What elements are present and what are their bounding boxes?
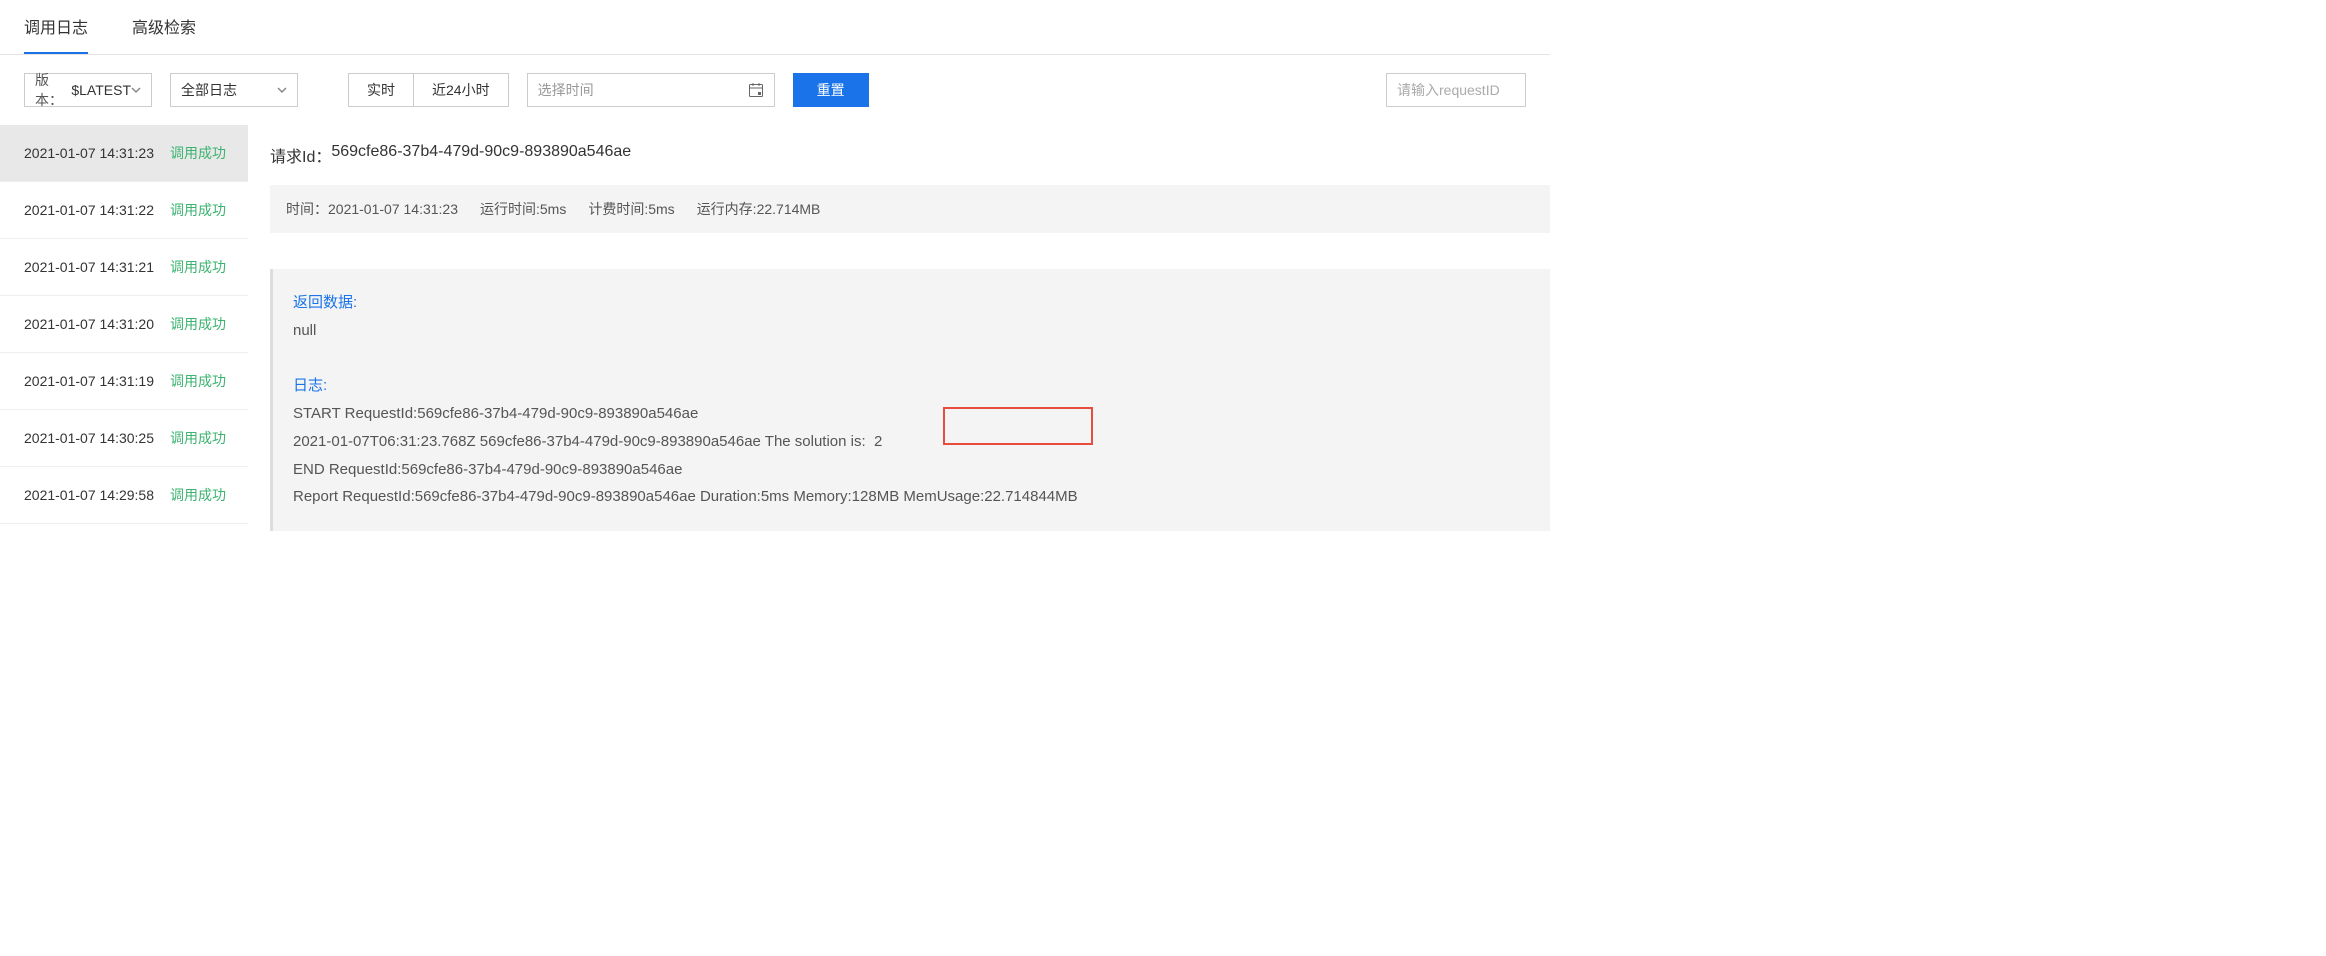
log-detail: 请求Id： 569cfe86-37b4-479d-90c9-893890a546… [248,125,1550,531]
tab-0[interactable]: 调用日志 [24,0,88,54]
version-label: 版本： [35,70,67,110]
request-id-label: 请求Id： [270,143,331,167]
log-item-status: 调用成功 [170,143,226,163]
highlight-annotation [943,407,1093,445]
date-range-input[interactable]: 选择时间 [527,73,775,107]
log-item-time: 2021-01-07 14:31:21 [24,259,154,275]
return-data-value: null [293,317,1530,345]
log-list: 2021-01-07 14:31:23调用成功2021-01-07 14:31:… [0,125,248,531]
log-item-status: 调用成功 [170,257,226,277]
log-section-label: 日志: [293,372,1530,400]
log-item-time: 2021-01-07 14:31:20 [24,316,154,332]
date-placeholder: 选择时间 [538,80,594,100]
log-line: END RequestId:569cfe86-37b4-479d-90c9-89… [293,456,1530,484]
filter-bar: 版本： $LATEST 全部日志 实时 近24小时 选择时间 重置 [0,55,1550,125]
log-list-item[interactable]: 2021-01-07 14:31:22 调用成功 [0,182,248,239]
time-segment-group: 实时 近24小时 [348,73,509,107]
stat-memory: 运行内存:22.714MB [697,199,821,219]
version-select[interactable]: 版本： $LATEST [24,73,152,107]
tabs-bar: 调用日志高级检索 [0,0,1550,55]
version-value: $LATEST [71,82,131,98]
log-body: 返回数据: null 日志: START RequestId:569cfe86-… [270,269,1550,531]
log-item-status: 调用成功 [170,485,226,505]
chevron-down-icon [131,85,141,95]
stat-time: 时间：2021-01-07 14:31:23 [286,199,458,219]
log-item-status: 调用成功 [170,428,226,448]
log-list-item[interactable]: 2021-01-07 14:31:23 调用成功 [0,125,248,182]
log-item-status: 调用成功 [170,200,226,220]
log-item-status: 调用成功 [170,314,226,334]
segment-24h[interactable]: 近24小时 [414,74,508,106]
log-item-status: 调用成功 [170,371,226,391]
logtype-value: 全部日志 [181,80,237,100]
reset-button[interactable]: 重置 [793,73,869,107]
log-list-item[interactable]: 2021-01-07 14:29:58 调用成功 [0,467,248,524]
log-line: 2021-01-07T06:31:23.768Z 569cfe86-37b4-4… [293,428,1530,456]
stat-runtime: 运行时间:5ms [480,199,566,219]
log-line: Report RequestId:569cfe86-37b4-479d-90c9… [293,483,1530,511]
log-list-item[interactable]: 2021-01-07 14:30:25 调用成功 [0,410,248,467]
tab-1[interactable]: 高级检索 [132,0,196,54]
return-data-label: 返回数据: [293,289,1530,317]
log-line: START RequestId:569cfe86-37b4-479d-90c9-… [293,400,1530,428]
log-list-item[interactable]: 2021-01-07 14:31:21 调用成功 [0,239,248,296]
calendar-icon [748,82,764,98]
log-item-time: 2021-01-07 14:30:25 [24,430,154,446]
stats-bar: 时间：2021-01-07 14:31:23 运行时间:5ms 计费时间:5ms… [270,185,1550,233]
log-list-item[interactable]: 2021-01-07 14:31:19 调用成功 [0,353,248,410]
stat-billed: 计费时间:5ms [588,199,674,219]
log-list-item[interactable]: 2021-01-07 14:31:20 调用成功 [0,296,248,353]
chevron-down-icon [277,85,287,95]
logtype-select[interactable]: 全部日志 [170,73,298,107]
log-item-time: 2021-01-07 14:31:22 [24,202,154,218]
log-item-time: 2021-01-07 14:31:23 [24,145,154,161]
request-id-line: 请求Id： 569cfe86-37b4-479d-90c9-893890a546… [270,125,1550,185]
request-id-value: 569cfe86-37b4-479d-90c9-893890a546ae [331,143,631,167]
log-item-time: 2021-01-07 14:31:19 [24,373,154,389]
search-request-id-input[interactable] [1386,73,1526,107]
log-item-time: 2021-01-07 14:29:58 [24,487,154,503]
segment-realtime[interactable]: 实时 [349,74,414,106]
